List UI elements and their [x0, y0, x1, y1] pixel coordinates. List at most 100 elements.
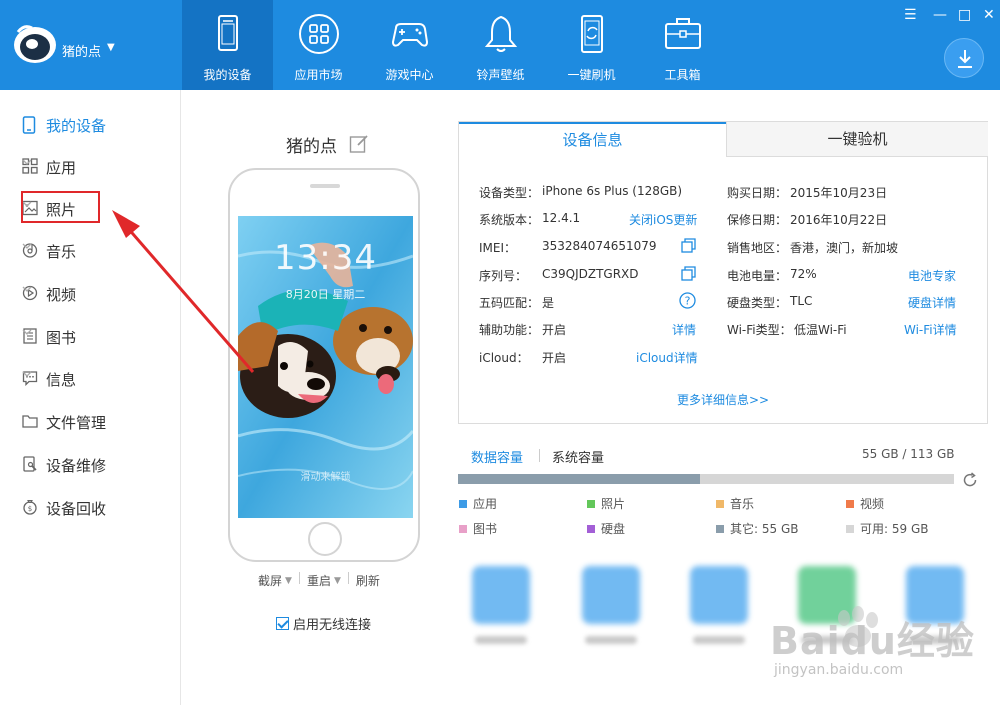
legend-swatch — [459, 524, 467, 533]
nav-label: 一键刷机 — [567, 68, 616, 82]
repair-icon — [23, 456, 37, 472]
main-nav: 我的设备 应用市场 游戏中心 铃声壁纸 一键刷机 工具箱 — [182, 0, 728, 90]
capacity-bar-used — [458, 474, 700, 484]
tab-data-capacity[interactable]: 数据容量 — [471, 447, 523, 466]
divider — [539, 449, 540, 462]
tab-device-info[interactable]: 设备信息 — [459, 122, 726, 157]
info-key: Wi-Fi类型： — [727, 323, 792, 337]
screenshot-button[interactable]: 截屏 ▼ — [258, 572, 292, 589]
battery-expert-link[interactable]: 电池专家 — [908, 267, 956, 284]
nav-toolbox[interactable]: 工具箱 — [637, 0, 728, 90]
edit-icon[interactable] — [349, 134, 369, 154]
refresh-button[interactable]: 刷新 — [356, 572, 380, 589]
legend-disk: 硬盘 — [587, 520, 625, 537]
refresh-label: 刷新 — [355, 574, 380, 588]
sidebar-item-books[interactable]: 图书 — [0, 318, 181, 354]
quick-tool-caption — [693, 636, 745, 644]
quick-tool-caption — [475, 636, 527, 644]
account-name[interactable]: 猪的点 — [62, 41, 101, 60]
sidebar-item-label: 应用 — [46, 159, 77, 177]
nav-my-device[interactable]: 我的设备 — [182, 0, 273, 90]
svg-text:$: $ — [28, 505, 32, 513]
disk-details-link[interactable]: 硬盘详情 — [908, 294, 956, 311]
info-key: 序列号： — [479, 269, 528, 283]
phone-preview: 13:34 8月20日 星期二 滑动来解锁 — [228, 168, 420, 562]
maximize-icon[interactable]: □ — [958, 8, 971, 22]
device-name: 猪的点 — [286, 137, 337, 157]
info-value: 2015年10月23日 — [790, 186, 888, 200]
tab-one-click-check[interactable]: 一键验机 — [726, 122, 988, 157]
watermark-text: Baidu经验 — [770, 619, 975, 663]
accessibility-details-link[interactable]: 详情 — [672, 321, 696, 338]
question-icon[interactable]: ? — [679, 292, 696, 309]
legend-other: 其它: 55 GB — [716, 520, 798, 537]
nav-game-center[interactable]: 游戏中心 — [364, 0, 455, 90]
disable-ios-update-link[interactable]: 关闭iOS更新 — [629, 211, 697, 228]
phone-home-button — [308, 522, 342, 556]
highlight-box — [21, 191, 100, 223]
info-key: 电池电量： — [727, 269, 788, 283]
reboot-label: 重启 — [306, 574, 331, 588]
quick-tool-tile[interactable] — [472, 566, 530, 624]
quick-tool-tile[interactable] — [582, 566, 640, 624]
chevron-down-icon: ▼ — [333, 575, 341, 586]
sidebar-item-label: 文件管理 — [46, 414, 107, 432]
info-key: 硬盘类型： — [727, 296, 788, 310]
copy-icon[interactable] — [681, 238, 696, 253]
legend-photos: 照片 — [587, 495, 625, 512]
info-value: iPhone 6s Plus (128GB) — [542, 184, 683, 198]
phone-actions: 截屏 ▼ 重启 ▼ 刷新 — [258, 572, 380, 589]
legend-label: 视频 — [860, 497, 885, 511]
lock-screen-hint: 滑动来解锁 — [300, 472, 351, 483]
bell-icon — [484, 15, 518, 52]
legend-label: 照片 — [601, 497, 626, 511]
info-key: 销售地区： — [727, 241, 788, 255]
sidebar-item-apps[interactable]: 应用 — [0, 148, 181, 184]
info-value: 是 — [542, 296, 555, 310]
legend-swatch — [846, 524, 854, 533]
more-details-link[interactable]: 更多详细信息>> — [677, 391, 769, 408]
info-value: 353284074651079 — [542, 239, 657, 253]
chevron-down-icon — [22, 329, 32, 335]
sidebar-item-label: 我的设备 — [46, 117, 107, 135]
info-value: 72% — [790, 267, 817, 281]
sidebar-item-messages[interactable]: 信息 — [0, 360, 181, 396]
account-dropdown-icon[interactable]: ▼ — [107, 42, 115, 53]
tab-system-capacity[interactable]: 系统容量 — [552, 447, 604, 466]
legend-books: 图书 — [459, 520, 497, 537]
info-key: 系统版本： — [479, 213, 540, 227]
brand-area[interactable]: 猪的点 ▼ — [0, 0, 182, 90]
info-value: 2016年10月22日 — [790, 213, 888, 227]
quick-tool-tile[interactable] — [690, 566, 748, 624]
icloud-details-link[interactable]: iCloud详情 — [636, 349, 698, 366]
sidebar-item-video[interactable]: 视频 — [0, 275, 181, 311]
nav-label: 工具箱 — [664, 68, 701, 82]
reboot-button[interactable]: 重启 ▼ — [307, 572, 341, 589]
sidebar-item-device-recycle[interactable]: $ 设备回收 — [0, 489, 181, 525]
download-button[interactable] — [944, 38, 984, 78]
menu-icon[interactable]: ☰ — [904, 8, 917, 22]
info-value: TLC — [790, 294, 813, 308]
copy-icon[interactable] — [681, 266, 696, 281]
nav-app-market[interactable]: 应用市场 — [273, 0, 364, 90]
legend-swatch — [716, 524, 724, 533]
phone-speaker — [310, 184, 340, 188]
sidebar-item-music[interactable]: 音乐 — [0, 232, 181, 268]
legend-label: 音乐 — [730, 497, 755, 511]
chevron-down-icon — [22, 371, 32, 377]
watermark-url: jingyan.baidu.com — [774, 662, 904, 678]
wireless-connection-toggle[interactable]: 启用无线连接 — [276, 614, 371, 633]
close-icon[interactable]: ✕ — [983, 8, 995, 22]
lock-screen-date: 8月20日 星期二 — [285, 288, 366, 301]
refresh-icon[interactable] — [962, 472, 978, 488]
sidebar-item-label: 视频 — [46, 286, 77, 304]
sidebar-item-my-device[interactable]: 我的设备 — [0, 106, 181, 142]
nav-one-click-flash[interactable]: 一键刷机 — [546, 0, 637, 90]
sidebar-item-file-manager[interactable]: 文件管理 — [0, 403, 181, 439]
wireless-checkbox[interactable] — [276, 617, 289, 630]
sidebar-item-device-repair[interactable]: 设备维修 — [0, 446, 181, 482]
minimize-icon[interactable]: — — [933, 8, 947, 22]
wifi-details-link[interactable]: Wi-Fi详情 — [904, 321, 957, 338]
nav-ringtone-wallpaper[interactable]: 铃声壁纸 — [455, 0, 546, 90]
recycle-icon: $ — [23, 499, 37, 515]
